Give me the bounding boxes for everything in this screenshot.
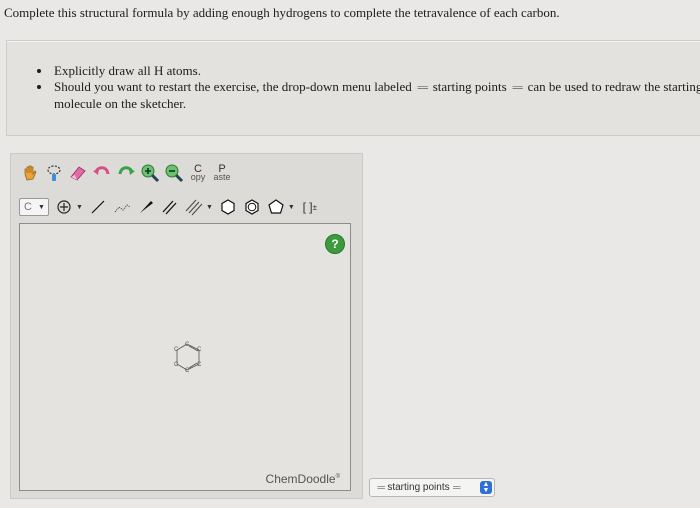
lasso-icon[interactable] [43, 162, 65, 184]
element-select[interactable]: C ▼ [19, 198, 49, 216]
redo-icon[interactable] [115, 162, 137, 184]
wedge-bond-icon[interactable] [135, 196, 157, 218]
starting-points-select[interactable]: == starting points == ▲ ▼ [369, 478, 495, 497]
starting-molecule[interactable]: C C C C C C [169, 338, 209, 378]
atom-label: C [174, 347, 179, 353]
help-icon[interactable]: ? [325, 234, 345, 254]
chevron-down-icon: ▼ [37, 203, 45, 211]
question-text: Complete this structural formula by addi… [4, 5, 560, 20]
atom-label: C [185, 368, 190, 374]
single-bond-icon[interactable] [87, 196, 109, 218]
hand-icon[interactable] [19, 162, 41, 184]
chevron-down-icon[interactable]: ▼ [288, 203, 295, 211]
double-bond-icon[interactable] [159, 196, 181, 218]
atom-label: C [174, 362, 179, 368]
charge-icon[interactable] [53, 196, 75, 218]
atom-label: C [197, 347, 202, 353]
chevron-down-icon[interactable]: ▼ [206, 203, 213, 211]
instruction-item: Explicitly draw all H atoms. [52, 63, 700, 79]
pentagon-ring-icon[interactable] [265, 196, 287, 218]
copy-button[interactable]: Copy [187, 162, 209, 184]
chemdoodle-brand: ChemDoodle® [265, 472, 340, 486]
sketcher-toolbar-top: Copy Paste [19, 160, 235, 186]
benzene-ring-icon[interactable] [241, 196, 263, 218]
undo-icon[interactable] [91, 162, 113, 184]
eraser-icon[interactable] [67, 162, 89, 184]
instructions-box: Explicitly draw all H atoms. Should you … [6, 40, 700, 136]
paste-button[interactable]: Paste [211, 162, 233, 184]
drawing-canvas[interactable]: ? C C C C C C ChemDoodle® [19, 223, 351, 491]
marker-icon: == [377, 483, 385, 492]
hexagon-ring-icon[interactable] [217, 196, 239, 218]
marker-icon: == [417, 82, 428, 94]
chain-icon[interactable] [111, 196, 133, 218]
atom-label: C [197, 362, 202, 368]
sketcher-toolbar-bottom: C ▼ ▼ ▼ ▼ [ ] ± [19, 194, 323, 220]
chevron-down-icon[interactable]: ▼ [76, 203, 83, 211]
select-arrows-icon: ▲ ▼ [480, 481, 492, 494]
chem-sketcher: Copy Paste C ▼ ▼ ▼ ▼ [] ± ? C C C C C C… [10, 153, 363, 499]
marker-icon: == [511, 82, 523, 94]
triple-bond-icon[interactable] [183, 196, 205, 218]
zoom-out-icon[interactable] [163, 162, 185, 184]
bracket-tool[interactable]: [ ] ± [299, 196, 321, 218]
marker-icon: == [452, 483, 461, 492]
atom-label: C [185, 342, 190, 348]
instruction-item: Should you want to restart the exercise,… [52, 79, 700, 112]
zoom-in-icon[interactable] [139, 162, 161, 184]
